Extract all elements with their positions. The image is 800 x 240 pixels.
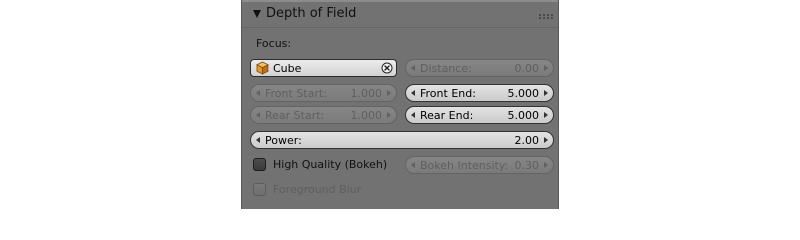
power-value: 2.00 — [514, 134, 540, 147]
panel-title: Depth of Field — [266, 6, 357, 21]
cube-icon — [256, 61, 269, 75]
front-end-value: 5.000 — [507, 87, 540, 100]
rear-end-value: 5.000 — [507, 109, 540, 122]
high-quality-label: High Quality (Bokeh) — [273, 158, 388, 171]
increment-arrow-icon[interactable] — [387, 112, 391, 118]
increment-arrow-icon[interactable] — [544, 112, 548, 118]
increment-arrow-icon[interactable] — [544, 90, 548, 96]
increment-arrow-icon[interactable] — [544, 137, 548, 143]
rear-end-label: Rear End: — [420, 109, 474, 122]
front-start-value: 1.000 — [350, 87, 383, 100]
front-end-field[interactable]: Front End: 5.000 — [405, 84, 554, 102]
increment-arrow-icon[interactable] — [544, 65, 548, 71]
decrement-arrow-icon[interactable] — [411, 112, 415, 118]
high-quality-checkbox[interactable] — [253, 158, 266, 171]
foreground-blur-checkbox[interactable] — [253, 183, 266, 196]
front-end-label: Front End: — [420, 87, 476, 100]
decrement-arrow-icon[interactable] — [411, 162, 415, 168]
drag-grip-icon[interactable] — [539, 14, 553, 20]
rear-start-field[interactable]: Rear Start: 1.000 — [250, 106, 397, 124]
power-label: Power: — [265, 134, 302, 147]
distance-field[interactable]: Distance: 0.00 — [405, 59, 554, 77]
focus-label: Focus: — [256, 37, 292, 50]
bokeh-intensity-value: 0.30 — [514, 159, 540, 172]
increment-arrow-icon[interactable] — [387, 90, 391, 96]
bokeh-intensity-field[interactable]: Bokeh Intensity: 0.30 — [405, 156, 554, 174]
distance-label: Distance: — [420, 62, 472, 75]
decrement-arrow-icon[interactable] — [256, 90, 260, 96]
front-start-field[interactable]: Front Start: 1.000 — [250, 84, 397, 102]
rear-start-label: Rear Start: — [265, 109, 325, 122]
increment-arrow-icon[interactable] — [544, 162, 548, 168]
distance-value: 0.00 — [514, 62, 540, 75]
header-divider — [242, 27, 558, 28]
clear-icon[interactable] — [381, 62, 393, 74]
power-field[interactable]: Power: 2.00 — [250, 131, 554, 149]
decrement-arrow-icon[interactable] — [411, 90, 415, 96]
bokeh-intensity-label: Bokeh Intensity: — [420, 159, 509, 172]
rear-start-value: 1.000 — [350, 109, 383, 122]
focus-object-field[interactable]: Cube — [250, 59, 397, 77]
decrement-arrow-icon[interactable] — [411, 65, 415, 71]
collapse-triangle-icon[interactable] — [253, 10, 261, 18]
depth-of-field-panel: Depth of Field Focus: Cube Distance: 0.0… — [241, 0, 559, 209]
focus-object-name: Cube — [273, 62, 302, 75]
rear-end-field[interactable]: Rear End: 5.000 — [405, 106, 554, 124]
front-start-label: Front Start: — [265, 87, 327, 100]
foreground-blur-label: Foreground Blur — [273, 183, 362, 196]
decrement-arrow-icon[interactable] — [256, 137, 260, 143]
decrement-arrow-icon[interactable] — [256, 112, 260, 118]
panel-header[interactable]: Depth of Field — [242, 2, 558, 26]
